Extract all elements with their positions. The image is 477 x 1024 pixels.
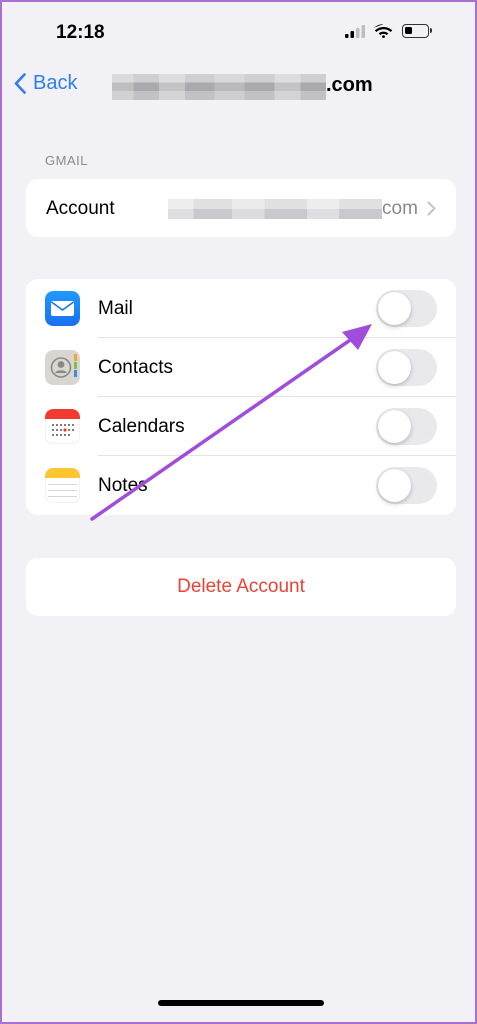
- chevron-left-icon: [14, 73, 26, 94]
- redacted-account-value: [168, 199, 382, 219]
- status-time: 12:18: [56, 22, 105, 43]
- screen: 12:18 Back .com GMAIL Account com Mail C…: [0, 0, 477, 1024]
- back-button[interactable]: Back: [14, 72, 77, 95]
- toggle-knob: [378, 292, 411, 325]
- toggle-knob: [378, 351, 411, 384]
- delete-account-button[interactable]: Delete Account: [26, 558, 456, 616]
- notes-icon: [45, 468, 80, 503]
- battery-level: [405, 27, 412, 34]
- toggle-knob: [378, 469, 411, 502]
- cellular-signal-icon: [345, 24, 365, 38]
- list-item-calendars: Calendars: [26, 397, 456, 456]
- service-label: Contacts: [98, 357, 173, 378]
- status-icons: [345, 24, 432, 38]
- account-label: Account: [46, 198, 115, 219]
- mail-toggle[interactable]: [376, 290, 437, 327]
- list-item-contacts: Contacts: [26, 338, 456, 397]
- battery-icon: [402, 24, 432, 38]
- services-list: Mail Contacts Calendars Notes: [26, 279, 456, 515]
- home-indicator: [158, 1000, 324, 1006]
- service-label: Calendars: [98, 416, 185, 437]
- account-row[interactable]: Account com: [26, 179, 456, 237]
- wifi-icon: [374, 24, 393, 38]
- contacts-toggle[interactable]: [376, 349, 437, 386]
- nav-title-suffix: .com: [326, 74, 373, 96]
- redacted-title: [112, 74, 326, 100]
- chevron-right-icon: [427, 201, 436, 216]
- toggle-knob: [378, 410, 411, 443]
- calendar-icon: [45, 409, 80, 444]
- section-header: GMAIL: [45, 153, 88, 168]
- back-label: Back: [33, 72, 78, 94]
- account-value-suffix: com: [382, 198, 418, 219]
- delete-account-label: Delete Account: [177, 576, 305, 597]
- service-label: Notes: [98, 475, 148, 496]
- notes-toggle[interactable]: [376, 467, 437, 504]
- mail-icon: [45, 291, 80, 326]
- list-item-notes: Notes: [26, 456, 456, 515]
- calendars-toggle[interactable]: [376, 408, 437, 445]
- list-item-mail: Mail: [26, 279, 456, 338]
- service-label: Mail: [98, 298, 133, 319]
- contacts-icon: [45, 350, 80, 385]
